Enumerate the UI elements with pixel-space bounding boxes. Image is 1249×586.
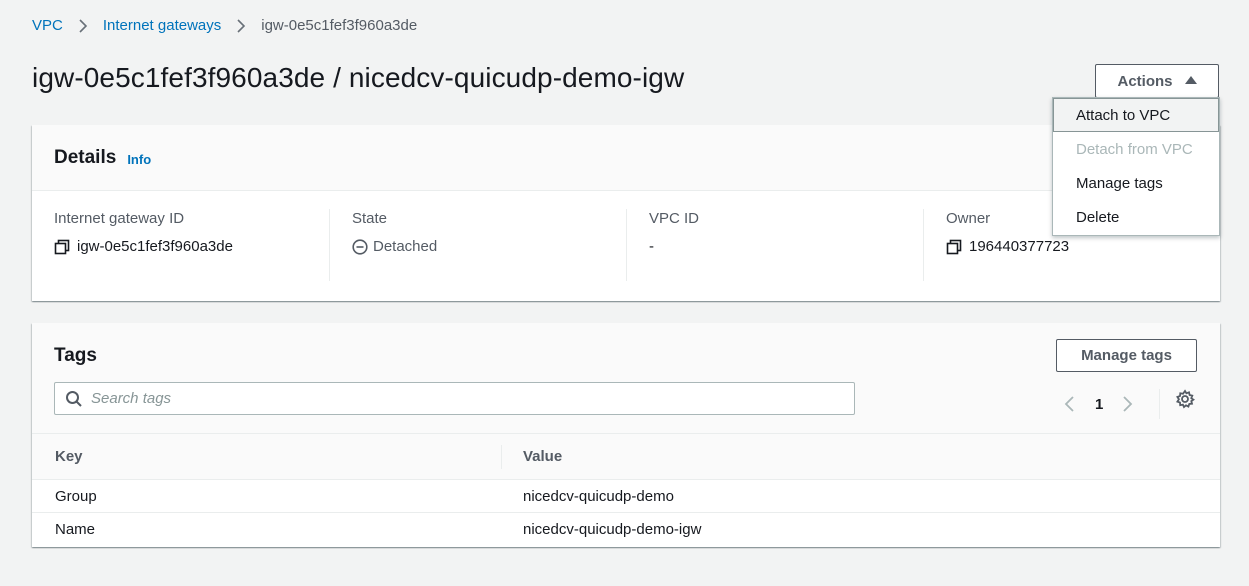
vpc-id-value: - <box>649 238 654 255</box>
state-value: Detached <box>373 238 438 255</box>
tag-value-cell: nicedcv-quicudp-demo <box>523 487 674 505</box>
menu-item-attach-to-vpc[interactable]: Attach to VPC <box>1053 98 1219 132</box>
column-header-value[interactable]: Value <box>501 444 562 469</box>
caret-up-icon <box>1184 76 1197 84</box>
details-title: Details <box>54 146 117 168</box>
field-label: Internet gateway ID <box>54 210 185 227</box>
copy-icon[interactable] <box>54 239 70 255</box>
menu-item-manage-tags[interactable]: Manage tags <box>1053 166 1219 200</box>
actions-menu: Attach to VPC Detach from VPC Manage tag… <box>1052 97 1220 236</box>
manage-tags-button[interactable]: Manage tags <box>1056 339 1197 372</box>
info-link[interactable]: Info <box>127 152 151 167</box>
pager-divider <box>1159 389 1161 419</box>
chevron-right-icon <box>237 18 246 33</box>
column-header-key[interactable]: Key <box>32 448 501 465</box>
breadcrumb-internet-gateways-link[interactable]: Internet gateways <box>103 17 221 34</box>
owner-value: 196440377723 <box>969 238 1070 255</box>
breadcrumb-current: igw-0e5c1fef3f960a3de <box>261 17 418 34</box>
breadcrumb: VPC Internet gateways igw-0e5c1fef3f960a… <box>32 17 417 34</box>
tags-panel: Tags Manage tags 1 Key Value Group niced <box>32 323 1220 547</box>
menu-item-detach-from-vpc: Detach from VPC <box>1076 140 1193 158</box>
tag-key-cell: Name <box>55 521 96 538</box>
field-internet-gateway-id: Internet gateway ID igw-0e5c1fef3f960a3d… <box>32 209 329 281</box>
page-title: igw-0e5c1fef3f960a3de / nicedcv-quicudp-… <box>32 62 685 93</box>
details-fields: Internet gateway ID igw-0e5c1fef3f960a3d… <box>32 191 1220 281</box>
field-label: VPC ID <box>649 210 700 227</box>
tag-value-cell: nicedcv-quicudp-demo-igw <box>523 521 702 538</box>
details-panel: Details Info Internet gateway ID igw-0e5… <box>32 125 1220 301</box>
tags-table-header: Key Value <box>32 434 1220 480</box>
tags-header: Tags Manage tags 1 <box>32 323 1220 434</box>
field-state: State Detached <box>329 209 626 281</box>
table-row: Name nicedcv-quicudp-demo-igw <box>32 513 1220 546</box>
search-tags-box[interactable] <box>54 382 855 415</box>
menu-item-delete[interactable]: Delete <box>1053 200 1219 234</box>
field-label: State <box>352 210 388 227</box>
chevron-right-icon[interactable] <box>1119 395 1135 413</box>
actions-button[interactable]: Actions <box>1095 64 1219 98</box>
copy-icon[interactable] <box>946 239 962 255</box>
internet-gateway-id-value: igw-0e5c1fef3f960a3de <box>77 238 233 255</box>
pagination: 1 <box>1062 389 1161 419</box>
tags-title: Tags <box>54 345 97 366</box>
minus-circle-icon <box>352 239 368 255</box>
gear-icon[interactable] <box>1175 389 1195 409</box>
chevron-left-icon[interactable] <box>1062 395 1078 413</box>
search-icon <box>66 390 82 407</box>
table-row: Group nicedcv-quicudp-demo <box>32 480 1220 513</box>
tag-key-cell: Group <box>55 487 97 505</box>
breadcrumb-vpc-link[interactable]: VPC <box>32 17 63 34</box>
details-header: Details Info <box>32 125 1220 191</box>
current-page-number[interactable]: 1 <box>1095 396 1103 413</box>
search-tags-input[interactable] <box>91 390 791 407</box>
field-vpc-id: VPC ID - <box>626 209 923 281</box>
chevron-right-icon <box>79 18 87 33</box>
actions-button-label: Actions <box>1117 72 1173 90</box>
